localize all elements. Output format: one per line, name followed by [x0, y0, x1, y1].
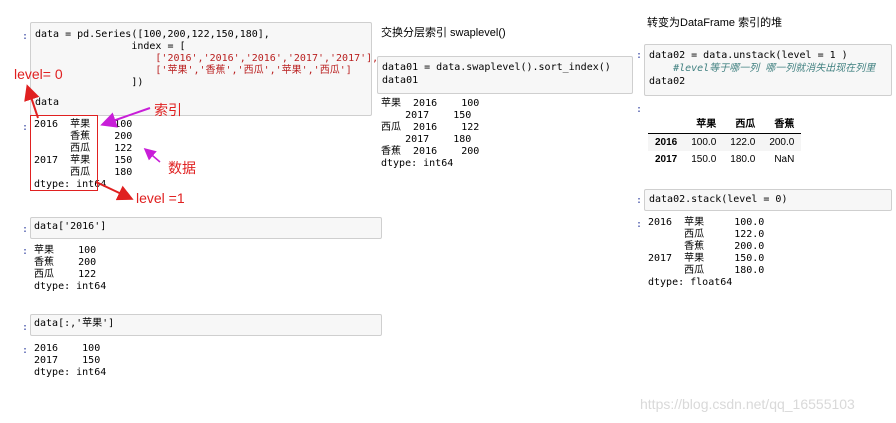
comment-line: #level等于哪一列 哪一列就消失出现在列里 — [649, 63, 876, 74]
table-row: 2017 150.0 180.0 NaN — [648, 151, 801, 168]
output-line: dtype: int64 — [34, 367, 107, 378]
table-header — [648, 112, 685, 134]
output-prompt: : — [636, 104, 643, 115]
arrow-level0 — [24, 84, 40, 119]
output-line: 香蕉 200.0 — [648, 241, 765, 252]
table-cell: NaN — [774, 154, 795, 165]
row-index: 2016 — [655, 137, 678, 148]
table-cell: 100.0 — [691, 137, 717, 148]
output-line: 西瓜 2016 122 — [381, 122, 480, 133]
input-prompt: : — [22, 224, 29, 235]
cell2-output: 苹果 100 香蕉 200 西瓜 122 dtype: int64 — [34, 245, 106, 293]
code-line-2: data01 — [382, 75, 419, 86]
output-line: 2017 150 — [34, 355, 101, 366]
input-prompt: : — [636, 195, 643, 206]
swaplevel-heading: 交换分层索引 swaplevel() — [381, 27, 506, 39]
output-line: 西瓜 122 — [34, 269, 97, 280]
output-line: 2017 苹果 150.0 — [648, 253, 765, 264]
table-cell: 180.0 — [730, 154, 756, 165]
annotation-arrows — [24, 84, 161, 201]
cell2-code-text: data['2016'] — [34, 221, 107, 232]
output-line: 2016 苹果 100.0 — [648, 217, 765, 228]
row-index: 2017 — [655, 154, 678, 165]
table-cell: 122.0 — [730, 137, 756, 148]
code-cell-unstack[interactable]: data02 = data.unstack(level = 1 ) #level… — [644, 44, 892, 96]
output-prompt: : — [22, 345, 29, 356]
output-line: dtype: int64 — [381, 158, 454, 169]
swaplevel-output: 苹果 2016 100 2017 150 西瓜 2016 122 2017 18… — [381, 98, 479, 170]
output-line: 2017 150 — [381, 110, 472, 121]
output-line: dtype: float64 — [648, 277, 733, 288]
arrow-data — [143, 148, 161, 163]
cell3-code-text: data[:,'苹果'] — [34, 318, 115, 329]
code-line: data02.stack(level = 0) — [649, 194, 788, 205]
code-line-1: data02 = data.unstack(level = 1 ) — [649, 50, 848, 61]
output-line: 西瓜 180.0 — [648, 265, 765, 276]
unstack-dataframe-table: 苹果 西瓜 香蕉 2016 100.0 122.0 200.0 2017 150… — [648, 112, 802, 168]
code-cell-stack[interactable]: data02.stack(level = 0) — [644, 189, 892, 211]
table-header: 香蕉 — [762, 112, 802, 134]
cell3-output: 2016 100 2017 150 dtype: int64 — [34, 343, 106, 379]
output-line: 2016 100 — [34, 343, 101, 354]
arrow-level1 — [95, 181, 134, 201]
input-prompt: : — [22, 322, 29, 333]
table-cell: 150.0 — [691, 154, 717, 165]
output-line: 西瓜 122.0 — [648, 229, 765, 240]
output-line: 2017 180 — [381, 134, 472, 145]
input-prompt: : — [636, 50, 643, 61]
output-prompt: : — [22, 246, 29, 257]
table-cell: 200.0 — [769, 137, 795, 148]
code-cell-swaplevel[interactable]: data01 = data.swaplevel().sort_index() d… — [377, 56, 633, 94]
table-header: 西瓜 — [723, 112, 763, 134]
output-line: dtype: int64 — [34, 281, 107, 292]
code-line-3: data02 — [649, 76, 686, 87]
output-line: 香蕉 200 — [34, 257, 97, 268]
output-line: 苹果 2016 100 — [381, 98, 480, 109]
table-header: 苹果 — [684, 112, 724, 134]
table-row: 2016 100.0 122.0 200.0 — [648, 133, 802, 151]
output-prompt: : — [636, 219, 643, 230]
unstack-heading: 转变为DataFrame 索引的堆 — [647, 17, 783, 29]
stack-output: 2016 苹果 100.0 西瓜 122.0 香蕉 200.0 2017 苹果 … — [648, 217, 764, 289]
code-line-1: data01 = data.swaplevel().sort_index() — [382, 62, 611, 73]
output-line: 苹果 100 — [34, 245, 97, 256]
output-line: 香蕉 2016 200 — [381, 146, 480, 157]
table-header-row: 苹果 西瓜 香蕉 — [648, 112, 802, 134]
arrow-index — [100, 107, 151, 128]
watermark-text: https://blog.csdn.net/qq_16555103 — [640, 396, 855, 412]
